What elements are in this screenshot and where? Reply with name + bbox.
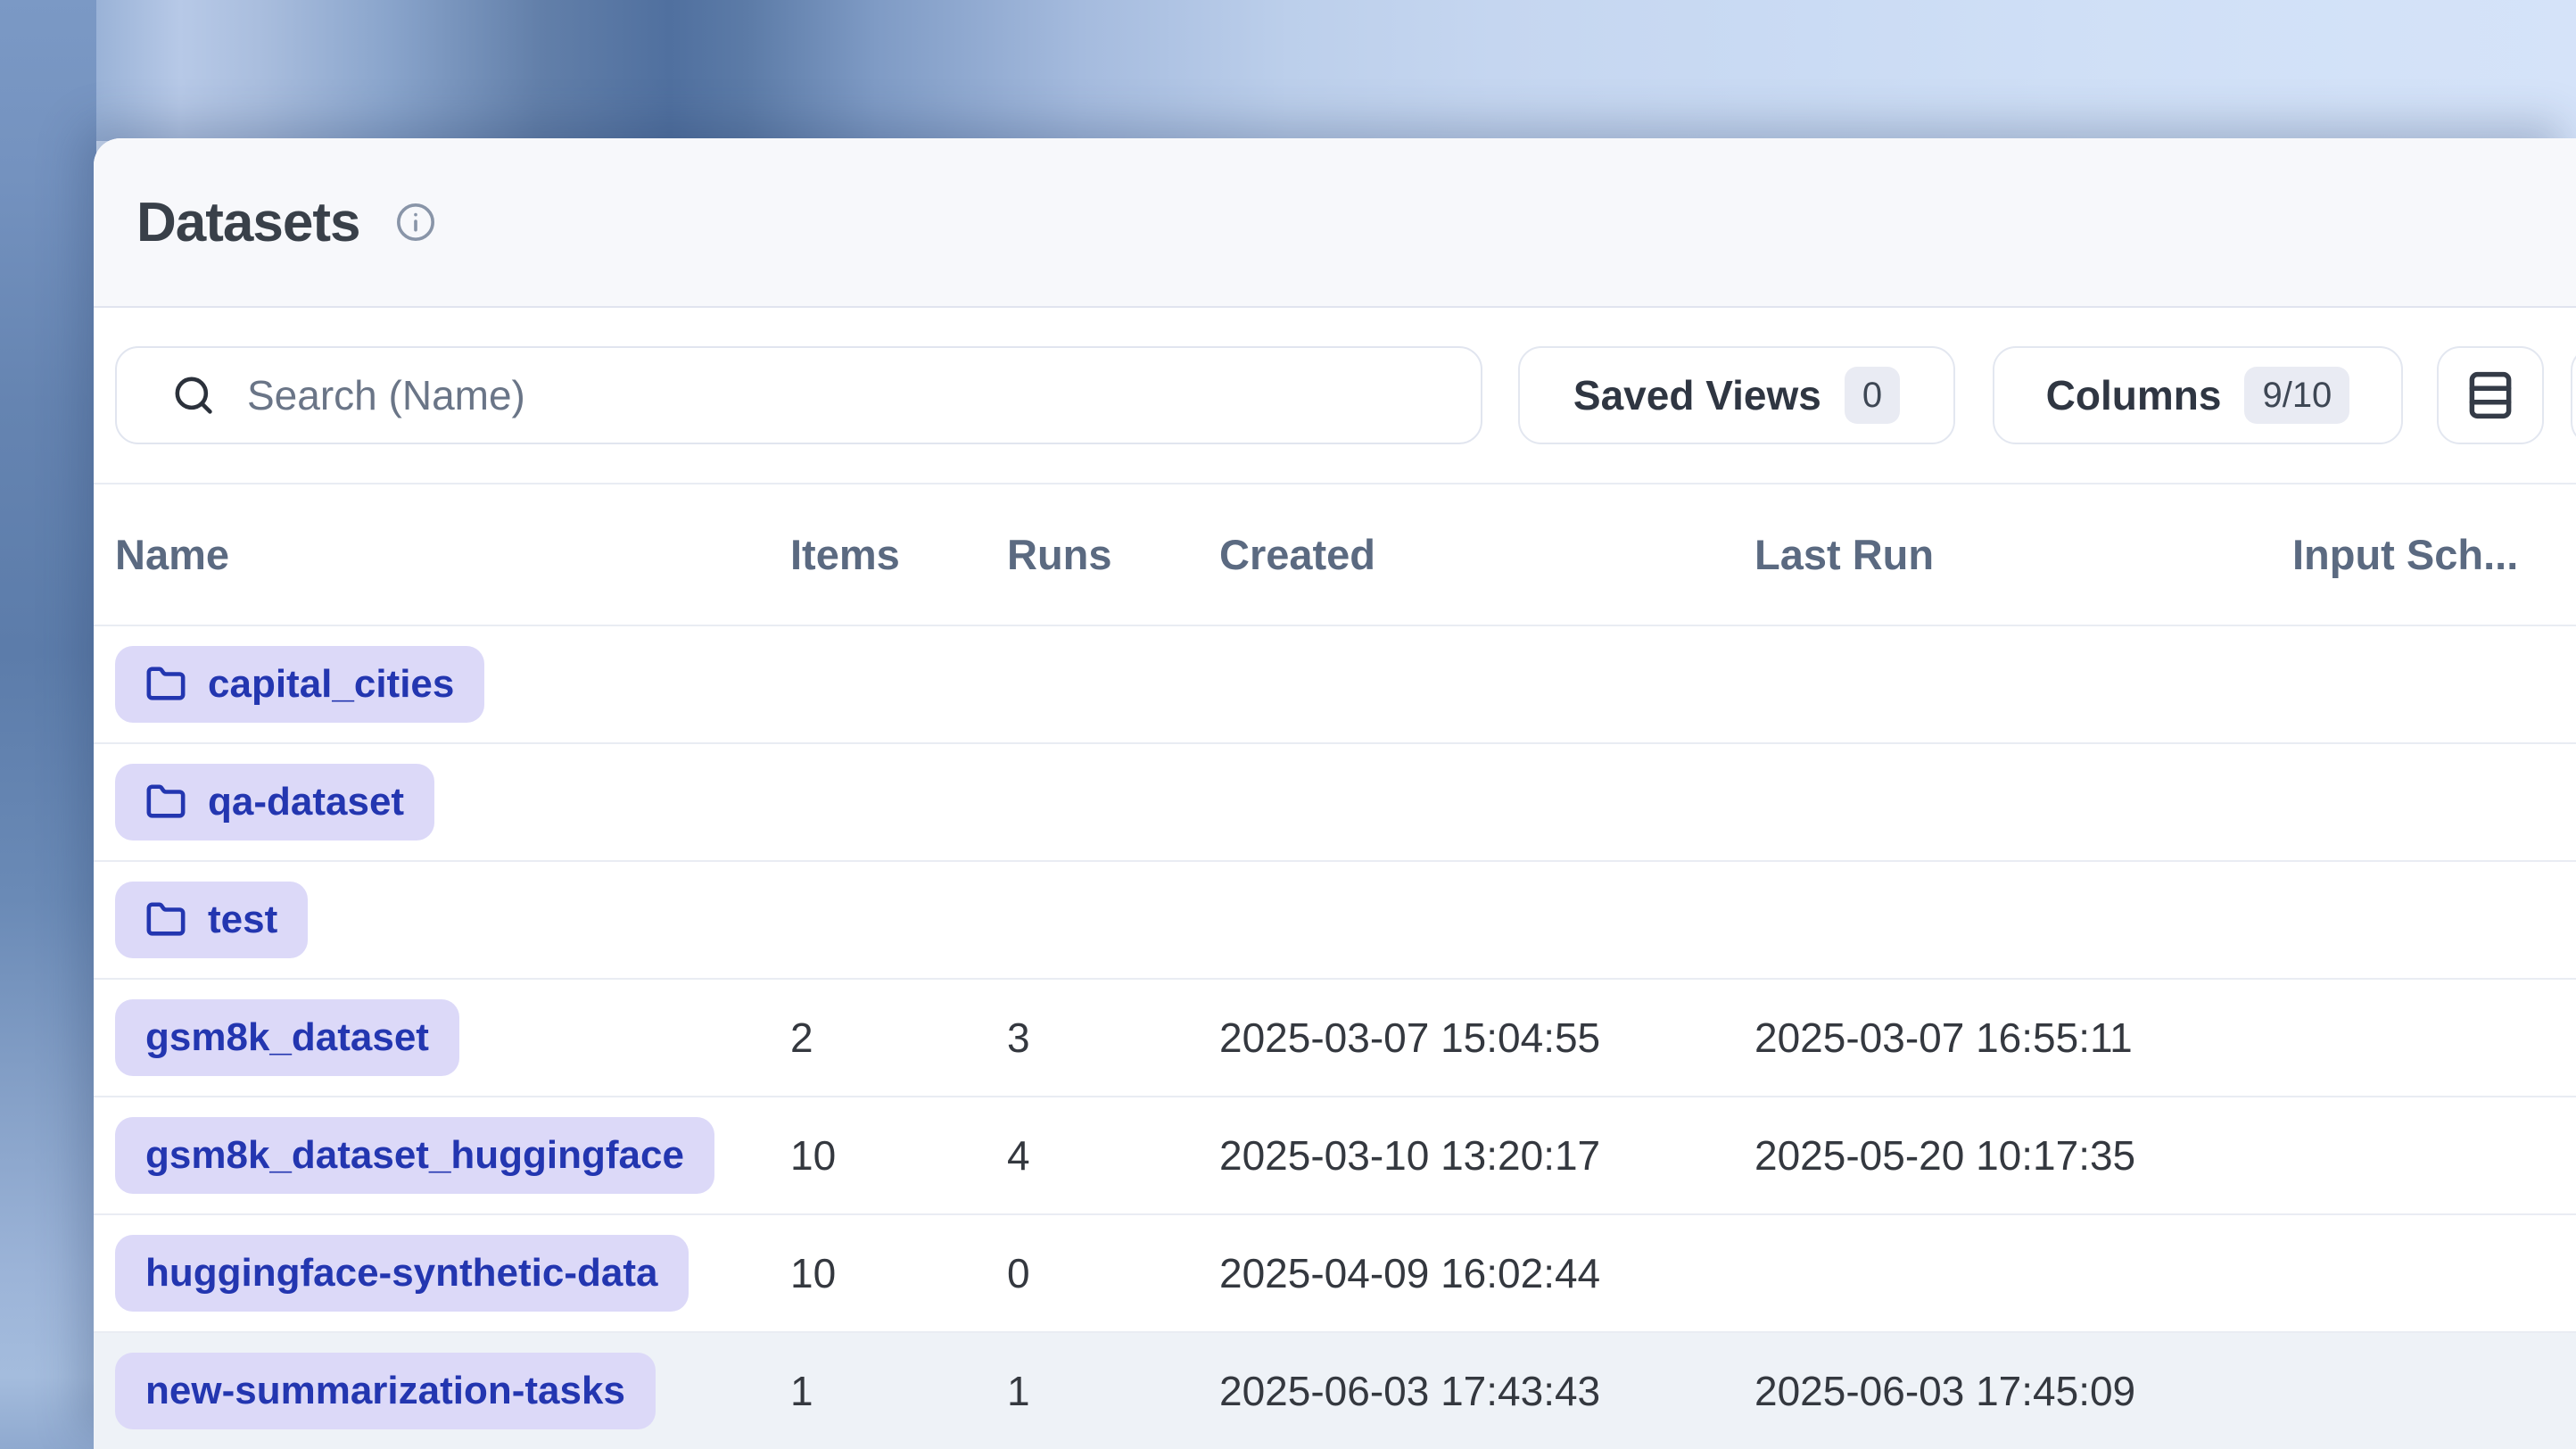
search-input[interactable] [245,370,1454,420]
row-name: huggingface-synthetic-data [145,1251,658,1296]
info-icon[interactable] [395,202,436,243]
cell-runs: 4 [1007,1131,1219,1180]
dataset-link-gsm8k-dataset-huggingface[interactable]: gsm8k_dataset_huggingface [115,1117,714,1194]
cell-created: 2025-03-10 13:20:17 [1219,1131,1754,1180]
table-row: qa-dataset [94,744,2576,862]
cell-runs: 1 [1007,1367,1219,1415]
table-row: capital_cities [94,626,2576,744]
table-row: gsm8k_dataset_huggingface 10 4 2025-03-1… [94,1097,2576,1215]
background-gradient-top [0,0,2576,141]
saved-views-label: Saved Views [1573,371,1821,419]
search-icon [170,372,217,418]
row-height-button[interactable] [2437,346,2544,444]
panel-header: Datasets [94,138,2576,308]
page-title: Datasets [136,191,359,254]
row-name: qa-dataset [208,780,404,824]
dataset-link-gsm8k-dataset[interactable]: gsm8k_dataset [115,999,459,1076]
columns-button[interactable]: Columns 9/10 [1993,346,2403,444]
table-header-row: Name Items Runs Created Last Run Input S… [94,484,2576,626]
folder-link-qa-dataset[interactable]: qa-dataset [115,764,434,840]
row-name: new-summarization-tasks [145,1369,625,1413]
column-header-input-schema[interactable]: Input Sch... [2292,530,2576,579]
row-name: gsm8k_dataset_huggingface [145,1133,684,1178]
column-header-items[interactable]: Items [790,530,1007,579]
background-gradient-left [0,0,96,1449]
datasets-panel: Datasets Saved Views 0 Columns [94,138,2576,1449]
saved-views-count-badge: 0 [1845,367,1900,424]
column-header-name[interactable]: Name [115,530,790,579]
cell-created: 2025-03-07 15:04:55 [1219,1014,1754,1062]
columns-label: Columns [2046,371,2222,419]
cell-created: 2025-06-03 17:43:43 [1219,1367,1754,1415]
cell-items: 1 [790,1367,1007,1415]
cell-items: 2 [790,1014,1007,1062]
folder-link-capital-cities[interactable]: capital_cities [115,646,484,723]
table-rows-icon [2461,366,2520,425]
table-row: huggingface-synthetic-data 10 0 2025-04-… [94,1215,2576,1333]
cut-off-button[interactable] [2571,347,2576,445]
column-header-runs[interactable]: Runs [1007,530,1219,579]
folder-link-test[interactable]: test [115,882,308,958]
cell-runs: 0 [1007,1249,1219,1297]
column-header-created[interactable]: Created [1219,530,1754,579]
column-header-last-run[interactable]: Last Run [1754,530,2292,579]
saved-views-button[interactable]: Saved Views 0 [1518,346,1955,444]
table-row: test [94,862,2576,980]
cell-runs: 3 [1007,1014,1219,1062]
table-row: new-summarization-tasks 1 1 2025-06-03 1… [94,1333,2576,1449]
dataset-link-huggingface-synthetic-data[interactable]: huggingface-synthetic-data [115,1235,689,1312]
row-name: capital_cities [208,662,454,707]
cell-items: 10 [790,1131,1007,1180]
cell-created: 2025-04-09 16:02:44 [1219,1249,1754,1297]
columns-count-badge: 9/10 [2244,367,2349,424]
search-input-container[interactable] [115,346,1482,444]
row-name: gsm8k_dataset [145,1015,429,1060]
folder-icon [145,782,186,823]
folder-icon [145,664,186,705]
table-row: gsm8k_dataset 2 3 2025-03-07 15:04:55 20… [94,980,2576,1097]
cell-last-run: 2025-06-03 17:45:09 [1754,1367,2292,1415]
cell-last-run: 2025-05-20 10:17:35 [1754,1131,2292,1180]
cell-items: 10 [790,1249,1007,1297]
row-name: test [208,898,277,942]
folder-icon [145,899,186,940]
cell-last-run: 2025-03-07 16:55:11 [1754,1014,2292,1062]
dataset-link-new-summarization-tasks[interactable]: new-summarization-tasks [115,1353,656,1429]
toolbar: Saved Views 0 Columns 9/10 [94,308,2576,484]
